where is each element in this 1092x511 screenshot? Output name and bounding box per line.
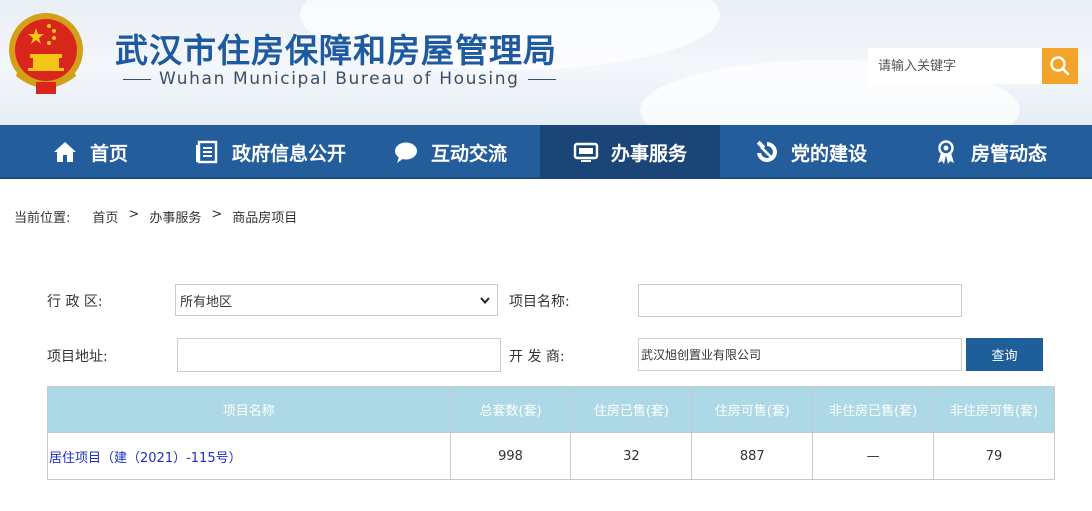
project-name-input[interactable] [638, 284, 962, 317]
breadcrumb-label: 当前位置: [14, 211, 71, 226]
table-cell: 998 [449, 432, 572, 480]
nav-item-gov-info[interactable]: 政府信息公开 [180, 125, 360, 179]
nav-item-services[interactable]: 办事服务 [540, 125, 720, 179]
column-header: 项目名称 [47, 386, 451, 433]
project-link[interactable]: 居住项目（建（2021）-115号） [49, 451, 242, 466]
table-header-row: 项目名称 总套数(套) 住房已售(套) 住房可售(套) 非住房已售(套) 非住房… [47, 386, 1055, 433]
chat-bubble-icon [393, 139, 419, 165]
search-button[interactable] [1042, 48, 1078, 84]
subtitle-dash [527, 78, 556, 80]
project-name-label: 项目名称: [509, 294, 570, 310]
national-emblem-icon [9, 13, 83, 94]
table-cell: — [812, 432, 935, 480]
column-header: 住房已售(套) [570, 386, 693, 433]
nav-item-label: 党的建设 [790, 142, 867, 165]
nav-item-label: 房管动态 [970, 142, 1047, 165]
main-nav: 首页 政府信息公开 互动交流 办事服务 党的建设 房管动态 [0, 125, 1092, 179]
table-cell: 887 [691, 432, 814, 480]
search-input[interactable] [868, 48, 1042, 84]
home-icon [52, 139, 78, 165]
column-header: 住房可售(套) [691, 386, 814, 433]
site-subtitle: Wuhan Municipal Bureau of Housing [115, 69, 570, 89]
district-label: 行 政 区: [47, 294, 103, 310]
site-header: 武汉市住房保障和房屋管理局 Wuhan Municipal Bureau of … [0, 0, 1092, 125]
nav-item-label: 政府信息公开 [231, 142, 346, 165]
nav-item-label: 首页 [89, 142, 128, 165]
address-label: 项目地址: [47, 349, 108, 365]
site-subtitle-text: Wuhan Municipal Bureau of Housing [159, 69, 520, 89]
nav-item-home[interactable]: 首页 [0, 125, 180, 179]
chevron-down-icon [480, 297, 490, 305]
column-header: 总套数(套) [449, 386, 572, 433]
search-icon [1050, 56, 1070, 76]
table-cell: 79 [933, 432, 1055, 480]
breadcrumb: 当前位置: 首页 > 办事服务 > 商品房项目 [14, 207, 297, 226]
award-ribbon-icon [933, 139, 959, 165]
document-icon [194, 139, 220, 165]
subtitle-dash [123, 78, 151, 80]
developer-label: 开 发 商: [509, 349, 565, 365]
nav-item-label: 办事服务 [610, 142, 687, 165]
column-header: 非住房可售(套) [933, 386, 1055, 433]
nav-item-label: 互动交流 [430, 142, 507, 165]
nav-item-news[interactable]: 房管动态 [900, 125, 1080, 179]
site-title: 武汉市住房保障和房屋管理局 [115, 31, 557, 70]
developer-input[interactable] [638, 338, 962, 371]
table-cell-project-name: 居住项目（建（2021）-115号） [47, 432, 451, 480]
table-row: 居住项目（建（2021）-115号） 998 32 887 — 79 [47, 432, 1055, 480]
query-button[interactable]: 查询 [966, 338, 1043, 371]
district-select[interactable]: 所有地区 [175, 284, 498, 316]
monitor-icon [573, 139, 599, 165]
results-table: 项目名称 总套数(套) 住房已售(套) 住房可售(套) 非住房已售(套) 非住房… [47, 386, 1055, 480]
table-cell: 32 [570, 432, 693, 480]
breadcrumb-separator: > [128, 207, 140, 222]
district-select-value: 所有地区 [180, 294, 233, 310]
address-input[interactable] [177, 338, 501, 372]
breadcrumb-link-home[interactable]: 首页 [92, 207, 118, 226]
breadcrumb-separator: > [211, 207, 223, 222]
column-header: 非住房已售(套) [812, 386, 935, 433]
breadcrumb-current: 商品房项目 [232, 211, 298, 226]
nav-item-interaction[interactable]: 互动交流 [360, 125, 540, 179]
hammer-sickle-icon [753, 139, 779, 165]
breadcrumb-link-services[interactable]: 办事服务 [149, 207, 201, 226]
nav-item-party[interactable]: 党的建设 [720, 125, 900, 179]
